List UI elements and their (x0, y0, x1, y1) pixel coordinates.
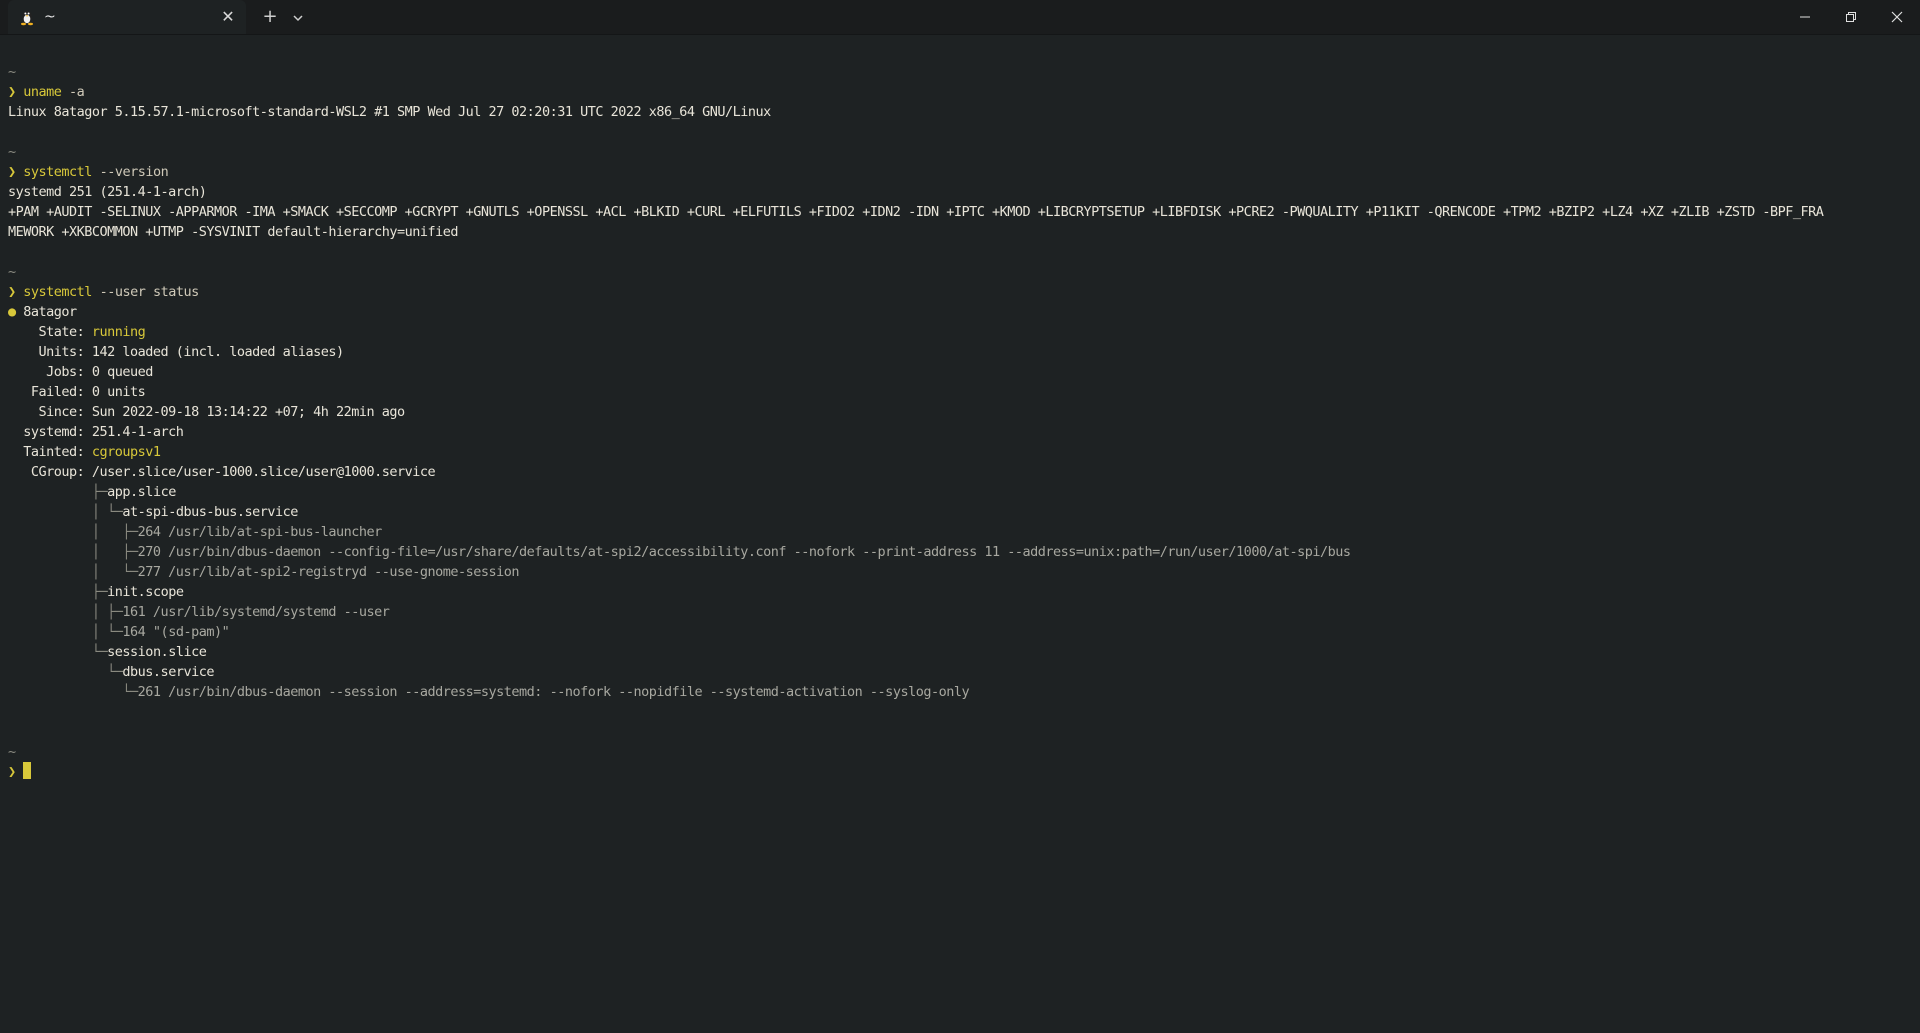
host-name: 8atagor (23, 304, 77, 320)
cgroup-tree-row: │ └─at-spi-dbus-bus.service (8, 502, 1912, 522)
tree-branch: └─ (8, 684, 138, 700)
command-line: ❯ uname -a (8, 82, 1912, 102)
unit-entry: session.slice (107, 644, 207, 660)
prompt-dir: ~ (8, 64, 16, 80)
tainted-value: cgroupsv1 (91, 444, 161, 460)
restore-icon (1846, 12, 1856, 22)
cgroup-tree-row: │ ├─161 /usr/lib/systemd/systemd --user (8, 602, 1912, 622)
host-line: ● 8atagor (8, 302, 1912, 322)
tree-branch: └─ (8, 644, 108, 660)
tux-icon (18, 8, 36, 26)
prompt-dir: ~ (8, 264, 16, 280)
cgroup-tree: ├─app.slice │ └─at-spi-dbus-bus.service … (8, 482, 1912, 702)
output-line: +PAM +AUDIT -SELINUX -APPARMOR -IMA +SMA… (8, 204, 1824, 220)
text-cursor (23, 762, 32, 779)
unit-entry: init.scope (107, 584, 184, 600)
output-line: systemd 251 (251.4-1-arch) (8, 184, 207, 200)
command-args: -a (61, 84, 85, 100)
cgroup-tree-row: └─dbus.service (8, 662, 1912, 682)
tree-branch: │ ├─ (8, 544, 138, 560)
cgroup-tree-row: ├─init.scope (8, 582, 1912, 602)
cgroup-tree-row: │ └─164 "(sd-pam)" (8, 622, 1912, 642)
command-line: ❯ systemctl --version (8, 162, 1912, 182)
cgroup-tree-row: └─261 /usr/bin/dbus-daemon --session --a… (8, 682, 1912, 702)
close-icon (1891, 11, 1903, 23)
output-line: MEWORK +XKBCOMMON +UTMP -SYSVINIT defaul… (8, 224, 459, 240)
process-entry: 270 /usr/bin/dbus-daemon --config-file=/… (137, 544, 1351, 560)
unit-entry: at-spi-dbus-bus.service (122, 504, 298, 520)
cgroup-tree-row: │ └─277 /usr/lib/at-spi2-registryd --use… (8, 562, 1912, 582)
tree-branch: │ ├─ (8, 524, 138, 540)
state-label: State: (8, 324, 92, 340)
output-line: Linux 8atagor 5.15.57.1-microsoft-standa… (8, 104, 771, 120)
tab-title: ~ (44, 9, 56, 25)
restore-button[interactable] (1828, 0, 1874, 34)
command-args: --user status (91, 284, 200, 300)
cgroup-line: CGroup: /user.slice/user-1000.slice/user… (8, 464, 436, 480)
prompt-symbol: ❯ (8, 764, 16, 780)
process-entry: 261 /usr/bin/dbus-daemon --session --add… (137, 684, 970, 700)
unit-entry: app.slice (107, 484, 176, 500)
minimize-icon (1800, 16, 1810, 18)
tainted-label: Tainted: (8, 444, 92, 460)
prompt-symbol: ❯ (8, 164, 16, 180)
close-window-button[interactable] (1874, 0, 1920, 34)
new-tab-button[interactable]: + (258, 6, 282, 28)
cgroup-tree-row: ├─app.slice (8, 482, 1912, 502)
tab-close-button[interactable]: ✕ (218, 7, 238, 27)
command: systemctl (23, 164, 92, 180)
process-entry: 161 /usr/lib/systemd/systemd --user (122, 604, 390, 620)
command: uname (23, 84, 62, 100)
cgroup-tree-row: │ ├─270 /usr/bin/dbus-daemon --config-fi… (8, 542, 1912, 562)
tainted-line: Tainted: cgroupsv1 (8, 442, 1912, 462)
tree-branch: │ └─ (8, 564, 138, 580)
prompt-dir: ~ (8, 744, 16, 760)
state-value: running (91, 324, 146, 340)
units-line: Units: 142 loaded (incl. loaded aliases) (8, 344, 345, 360)
tree-branch: │ └─ (8, 624, 123, 640)
unit-entry: dbus.service (122, 664, 214, 680)
minimize-button[interactable] (1782, 0, 1828, 34)
tree-branch: └─ (8, 664, 123, 680)
command-args: --version (91, 164, 169, 180)
prompt-symbol: ❯ (8, 84, 16, 100)
cgroup-tree-row: └─session.slice (8, 642, 1912, 662)
tab-dropdown-button[interactable] (286, 6, 310, 28)
prompt-dir: ~ (8, 144, 16, 160)
process-entry: 277 /usr/lib/at-spi2-registryd --use-gno… (137, 564, 520, 580)
systemd-line: systemd: 251.4-1-arch (8, 424, 184, 440)
tree-branch: │ └─ (8, 504, 123, 520)
chevron-down-icon (293, 14, 303, 21)
title-bar: ~ ✕ + (0, 0, 1920, 35)
process-entry: 264 /usr/lib/at-spi-bus-launcher (137, 524, 383, 540)
tab-home[interactable]: ~ ✕ (8, 0, 246, 34)
tree-branch: │ ├─ (8, 604, 123, 620)
prompt-symbol: ❯ (8, 284, 16, 300)
jobs-line: Jobs: 0 queued (8, 364, 153, 380)
tree-branch: ├─ (8, 584, 108, 600)
status-bullet: ● (8, 304, 16, 320)
terminal-output[interactable]: ~ ❯ uname -a Linux 8atagor 5.15.57.1-mic… (8, 62, 1912, 782)
process-entry: 164 "(sd-pam)" (122, 624, 230, 640)
command: systemctl (23, 284, 92, 300)
tree-branch: ├─ (8, 484, 108, 500)
state-line: State: running (8, 322, 1912, 342)
since-line: Since: Sun 2022-09-18 13:14:22 +07; 4h 2… (8, 404, 406, 420)
cgroup-tree-row: │ ├─264 /usr/lib/at-spi-bus-launcher (8, 522, 1912, 542)
active-prompt[interactable]: ❯ (8, 762, 1912, 782)
failed-line: Failed: 0 units (8, 384, 146, 400)
command-line: ❯ systemctl --user status (8, 282, 1912, 302)
